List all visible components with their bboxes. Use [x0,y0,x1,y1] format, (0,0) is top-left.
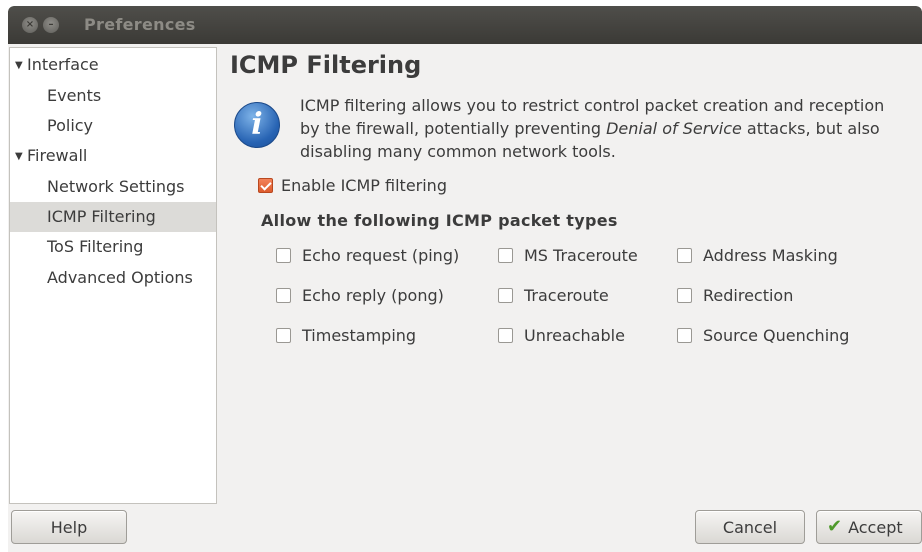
redirection-checkbox[interactable]: Redirection [677,286,793,305]
option-label: Address Masking [703,246,838,265]
allowed-types-heading: Allow the following ICMP packet types [261,211,618,230]
checkbox-icon[interactable] [498,248,513,263]
option-label: Traceroute [524,286,609,305]
option-label: Timestamping [302,326,417,345]
sidebar-item-events[interactable]: Events [10,81,216,111]
preferences-window: × – Preferences ▼ Interface Events Policy… [8,6,922,552]
sidebar-item-label: ICMP Filtering [47,207,156,226]
sidebar-item-label: Interface [27,55,99,74]
timestamping-checkbox[interactable]: Timestamping [276,326,416,345]
minimize-window-icon[interactable]: – [43,17,59,33]
page-title: ICMP Filtering [230,51,422,79]
sidebar-item-firewall[interactable]: ▼ Firewall [10,141,216,171]
accept-button[interactable]: ✔ Accept [816,510,922,544]
sidebar-item-label: Advanced Options [47,268,193,287]
address-masking-checkbox[interactable]: Address Masking [677,246,838,265]
option-label: Echo request (ping) [302,246,460,265]
expander-down-icon[interactable]: ▼ [15,51,27,81]
checkmark-icon: ✔ [827,516,843,537]
option-label: Unreachable [524,326,625,345]
main-panel: ICMP Filtering i ICMP filtering allows y… [226,46,916,506]
sidebar-item-advanced-options[interactable]: Advanced Options [10,263,216,293]
sidebar-item-icmp-filtering[interactable]: ICMP Filtering [10,202,216,232]
ms-traceroute-checkbox[interactable]: MS Traceroute [498,246,638,265]
sidebar-item-policy[interactable]: Policy [10,111,216,141]
info-icon: i [234,102,280,148]
sidebar-item-tos-filtering[interactable]: ToS Filtering [10,232,216,262]
checkbox-icon[interactable] [276,248,291,263]
option-label: MS Traceroute [524,246,638,265]
help-button-label: Help [50,517,88,537]
cancel-button-label: Cancel [722,517,778,537]
enable-icmp-filtering-label: Enable ICMP filtering [281,176,447,195]
checkbox-icon[interactable] [276,288,291,303]
option-label: Redirection [703,286,794,305]
traceroute-checkbox[interactable]: Traceroute [498,286,609,305]
checkbox-icon[interactable] [498,288,513,303]
accept-button-label: Accept [848,517,903,537]
help-button[interactable]: Help [11,510,127,544]
expander-down-icon[interactable]: ▼ [15,142,27,172]
info-description: ICMP filtering allows you to restrict co… [300,94,900,163]
echo-request-checkbox[interactable]: Echo request (ping) [276,246,459,265]
sidebar-tree: ▼ Interface Events Policy ▼ Firewall Netwo… [9,47,217,504]
sidebar-item-interface[interactable]: ▼ Interface [10,50,216,80]
sidebar-item-network-settings[interactable]: Network Settings [10,172,216,202]
source-quenching-checkbox[interactable]: Source Quenching [677,326,849,345]
sidebar-item-label: Network Settings [47,177,185,196]
sidebar-item-label: ToS Filtering [47,237,144,256]
option-label: Source Quenching [703,326,850,345]
info-text-emphasis: Denial of Service [606,119,742,138]
title-bar[interactable]: × – Preferences [8,6,922,44]
cancel-button[interactable]: Cancel [695,510,805,544]
window-title: Preferences [84,15,196,34]
checkbox-icon[interactable] [677,248,692,263]
option-label: Echo reply (pong) [302,286,444,305]
enable-icmp-filtering-checkbox[interactable]: Enable ICMP filtering [258,176,447,195]
sidebar-item-label: Firewall [27,146,88,165]
unreachable-checkbox[interactable]: Unreachable [498,326,625,345]
checkbox-icon[interactable] [677,288,692,303]
checkbox-checked-icon[interactable] [258,178,273,193]
sidebar-item-label: Policy [47,116,94,135]
checkbox-icon[interactable] [498,328,513,343]
sidebar-item-label: Events [47,86,102,105]
checkbox-icon[interactable] [677,328,692,343]
close-window-icon[interactable]: × [22,17,38,33]
checkbox-icon[interactable] [276,328,291,343]
echo-reply-checkbox[interactable]: Echo reply (pong) [276,286,444,305]
